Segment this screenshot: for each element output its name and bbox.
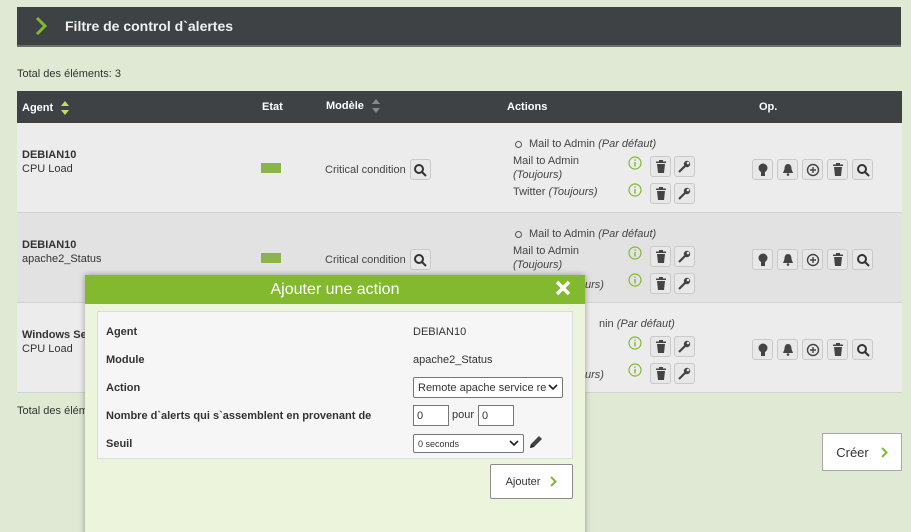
ops-cell	[752, 249, 873, 270]
alerts-to-input[interactable]: 0	[478, 405, 514, 426]
trash-icon[interactable]	[827, 339, 848, 360]
trash-icon[interactable]	[827, 249, 848, 270]
close-icon[interactable]	[555, 280, 571, 301]
pencil-icon[interactable]	[528, 434, 544, 455]
zoom-icon[interactable]	[852, 249, 873, 270]
action-item: Twitter (Toujours)	[513, 181, 703, 207]
create-button[interactable]: Créer	[822, 433, 902, 471]
col-model[interactable]: Modèle	[326, 99, 380, 113]
agent-value: DEBIAN10	[413, 326, 467, 338]
wrench-icon[interactable]	[674, 183, 695, 204]
info-icon[interactable]	[628, 183, 642, 200]
default-action: Mail to Admin (Par défaut)	[513, 135, 703, 153]
agent-cell: DEBIAN10 apache2_Status	[22, 238, 102, 266]
wrench-icon[interactable]	[674, 156, 695, 177]
info-icon[interactable]	[628, 336, 642, 353]
module-name: CPU Load	[22, 343, 73, 355]
sort-icon[interactable]	[371, 99, 380, 113]
add-circle-icon[interactable]	[802, 159, 823, 180]
trash-icon[interactable]	[650, 183, 671, 204]
wrench-icon[interactable]	[674, 273, 695, 294]
total-elements-top: Total des éléments: 3	[17, 68, 121, 80]
wrench-icon[interactable]	[674, 336, 695, 357]
action-select[interactable]: Remote apache service re	[413, 377, 563, 398]
modal-header: Ajouter une action	[85, 275, 585, 304]
chevron-right-icon[interactable]	[17, 16, 65, 36]
trash-icon[interactable]	[650, 156, 671, 177]
module-value: apache2_Status	[413, 354, 493, 366]
default-action: Mail to Admin (Par défaut)	[513, 225, 703, 243]
bell-icon[interactable]	[777, 249, 798, 270]
info-icon[interactable]	[628, 363, 642, 380]
threshold-select[interactable]: 0 seconds	[413, 434, 524, 453]
bell-icon[interactable]	[777, 339, 798, 360]
trash-icon[interactable]	[650, 246, 671, 267]
total-elements-bottom: Total des élém	[17, 405, 88, 417]
chevron-down-icon	[509, 440, 519, 447]
trash-icon[interactable]	[650, 336, 671, 357]
agent-label: Agent	[106, 326, 138, 338]
add-button[interactable]: Ajouter	[490, 464, 573, 499]
agent-cell: Windows Se CPU Load	[22, 328, 87, 356]
agent-name: DEBIAN10	[22, 149, 77, 161]
table-row: DEBIAN10 CPU Load Critical condition Mai…	[17, 123, 902, 213]
model-label: Critical condition	[325, 253, 406, 266]
magnifier-icon[interactable]	[409, 249, 431, 270]
info-icon[interactable]	[628, 246, 642, 263]
info-icon[interactable]	[628, 273, 642, 290]
lightbulb-icon[interactable]	[752, 249, 773, 270]
module-name: CPU Load	[22, 163, 73, 175]
threshold-label: Seuil	[106, 438, 133, 450]
trash-icon[interactable]	[650, 363, 671, 384]
chevron-right-icon	[550, 476, 558, 487]
action-label: Action	[106, 382, 141, 394]
add-circle-icon[interactable]	[802, 339, 823, 360]
alerts-from-input[interactable]: 0	[413, 405, 449, 426]
col-agent[interactable]: Agent	[22, 101, 70, 115]
status-indicator	[261, 163, 281, 173]
alerts-count-label: Nombre d`alerts qui s`assemblent en prov…	[106, 410, 372, 422]
table-header: Agent Etat Modèle Actions Op.	[17, 91, 902, 123]
col-actions: Actions	[507, 101, 548, 113]
add-action-modal: Ajouter une action Agent DEBIAN10 Module…	[85, 275, 585, 532]
col-state: Etat	[262, 101, 283, 113]
module-name: apache2_Status	[22, 253, 102, 265]
col-ops: Op.	[759, 101, 778, 113]
pour-label: pour	[452, 409, 475, 421]
modal-title: Ajouter une action	[270, 280, 400, 298]
trash-icon[interactable]	[827, 159, 848, 180]
bell-icon[interactable]	[777, 159, 798, 180]
model-cell: Critical condition	[325, 159, 431, 180]
model-cell: Critical condition	[325, 249, 431, 270]
add-circle-icon[interactable]	[802, 249, 823, 270]
model-label: Critical condition	[325, 163, 406, 176]
wrench-icon[interactable]	[674, 363, 695, 384]
chevron-right-icon	[881, 446, 888, 458]
status-indicator	[261, 253, 281, 263]
filter-title: Filtre de control d`alertes	[65, 18, 234, 34]
ops-cell	[752, 339, 873, 360]
magnifier-icon[interactable]	[409, 159, 431, 180]
module-label: Module	[106, 354, 145, 366]
lightbulb-icon[interactable]	[752, 159, 773, 180]
lightbulb-icon[interactable]	[752, 339, 773, 360]
sort-icon[interactable]	[61, 101, 70, 115]
filter-bar[interactable]: Filtre de control d`alertes	[17, 7, 901, 47]
action-item: Mail to Admin (Toujours)	[513, 244, 703, 271]
agent-cell: DEBIAN10 CPU Load	[22, 148, 76, 176]
ops-cell	[752, 159, 873, 180]
zoom-icon[interactable]	[852, 159, 873, 180]
action-item: Mail to Admin (Toujours)	[513, 154, 703, 181]
wrench-icon[interactable]	[674, 246, 695, 267]
action-form: Agent DEBIAN10 Module apache2_Status Act…	[97, 311, 573, 459]
trash-icon[interactable]	[650, 273, 671, 294]
zoom-icon[interactable]	[852, 339, 873, 360]
chevron-down-icon	[548, 384, 558, 391]
actions-cell: Mail to Admin (Par défaut) Mail to Admin…	[513, 135, 703, 207]
info-icon[interactable]	[628, 156, 642, 173]
agent-name: Windows Se	[22, 329, 87, 341]
agent-name: DEBIAN10	[22, 239, 77, 251]
